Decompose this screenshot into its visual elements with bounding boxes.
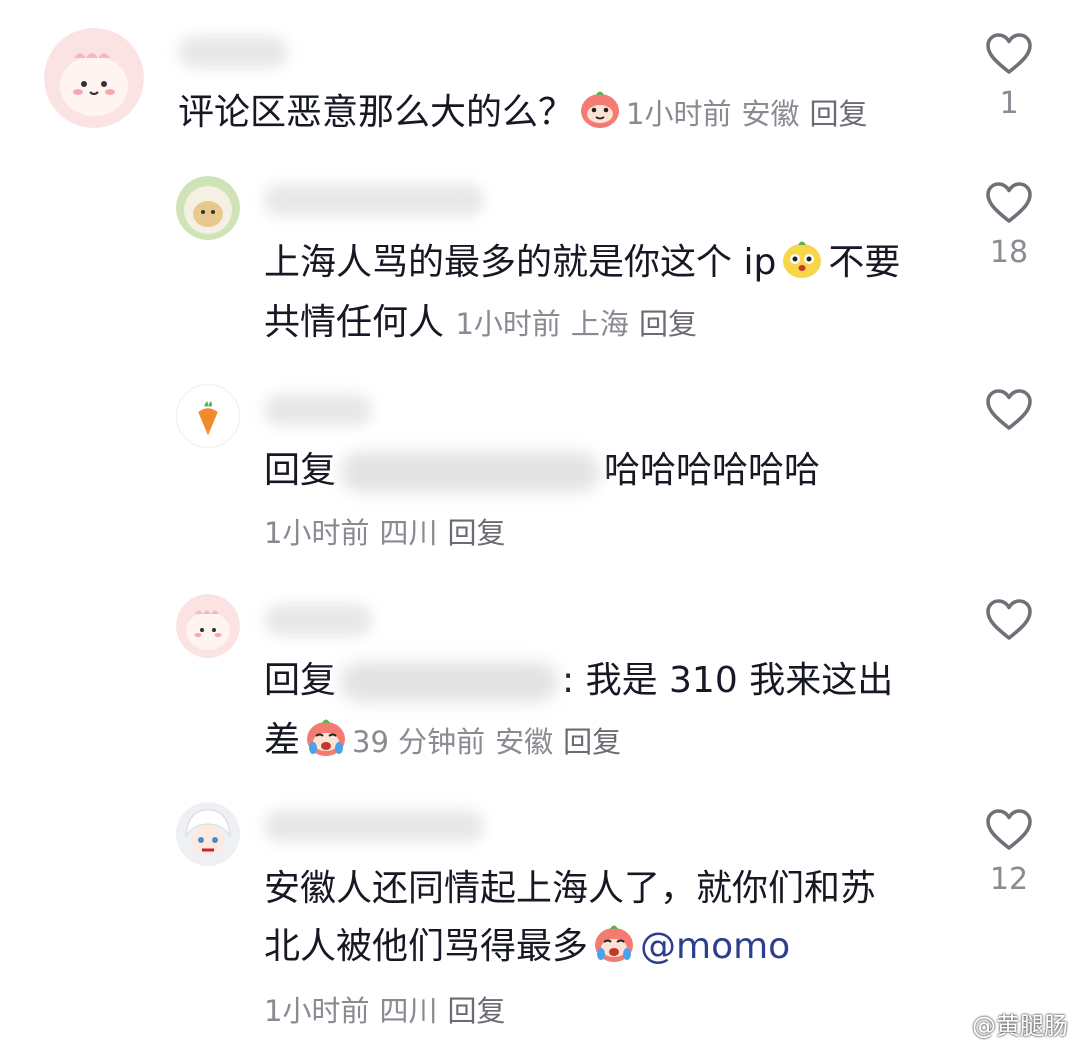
reply-prefix: 回复 [264,450,337,491]
heart-icon [986,809,1032,850]
mention-link[interactable]: @momo [640,926,790,967]
surprised-emoji-icon [780,236,824,280]
like-button[interactable]: 12 [984,808,1034,897]
like-button[interactable] [984,388,1034,442]
crying-emoji-icon [592,920,636,964]
avatar[interactable] [176,802,240,866]
reply-button[interactable]: 回复 [639,307,697,341]
reply-button[interactable]: 回复 [447,516,505,550]
mention-blurred[interactable] [340,452,601,492]
reply-button[interactable]: 回复 [563,725,621,759]
username-blurred[interactable] [264,394,372,426]
pink-creature-avatar-icon [176,594,240,658]
carrot-avatar-icon [177,385,239,447]
comment-time: 1小时前 [264,516,370,550]
comment-text: 上海人骂的最多的就是你这个 ip 不要 [264,234,900,292]
comment-time: 1小时前 [264,994,370,1028]
reply-button[interactable]: 回复 [809,97,867,131]
like-button[interactable] [984,598,1034,652]
heart-icon [986,599,1032,640]
comment-location: 四川 [379,516,438,550]
comment-location: 安徽 [741,97,800,131]
username-blurred[interactable] [264,184,484,216]
mention-blurred[interactable] [340,662,559,702]
username-blurred[interactable] [264,604,372,636]
avatar[interactable] [176,384,240,448]
comment-location: 上海 [570,307,629,341]
like-button[interactable]: 18 [984,181,1034,270]
comment-location: 四川 [379,994,438,1028]
reply-prefix: 回复 [264,660,337,701]
comment-text: 安徽人还同情起上海人了，就你们和苏 [264,868,877,909]
sheep-avatar-icon [176,176,240,240]
like-count: 12 [989,862,1029,897]
comment-text: 评论区恶意那么大的么？ 1小时前 安徽 回复 [178,84,878,143]
comment-text: 回复: 我是 310 我来这出 [264,660,894,702]
username-blurred[interactable] [264,810,484,842]
like-button[interactable]: 1 [984,32,1034,121]
avatar[interactable] [176,594,240,658]
comment-time: 1小时前 [455,307,561,341]
heart-icon [986,33,1032,74]
weibo-watermark: @黄腿肠 [972,1012,1068,1040]
comment-meta: 1小时前 四川 回复 [264,982,515,1040]
avatar[interactable] [44,28,144,128]
like-count: 18 [989,235,1029,270]
comment-text: 回复 哈哈哈哈哈哈 [264,450,821,492]
smile-emoji-icon [578,86,622,130]
crying-emoji-icon [304,714,348,758]
pink-creature-avatar-icon [44,28,144,128]
username-blurred[interactable] [178,36,288,68]
comment-location: 安徽 [495,725,554,759]
avatar[interactable] [176,176,240,240]
heart-icon [986,389,1032,430]
heart-icon [986,182,1032,223]
reply-button[interactable]: 回复 [447,994,505,1028]
like-count: 1 [999,86,1019,121]
comment-text-line2: 北人被他们骂得最多 @momo [264,918,790,976]
anime-girl-avatar-icon [176,802,240,866]
comment-meta: 1小时前 四川 回复 [264,504,515,562]
comment-time: 1小时前 [626,97,732,131]
comment-text-line2: 共情任何人 1小时前 上海 回复 [264,302,697,343]
comment-time: 39 分钟前 [352,725,486,759]
comment-text-line2: 差 39 分钟前 安徽 回复 [264,712,631,771]
